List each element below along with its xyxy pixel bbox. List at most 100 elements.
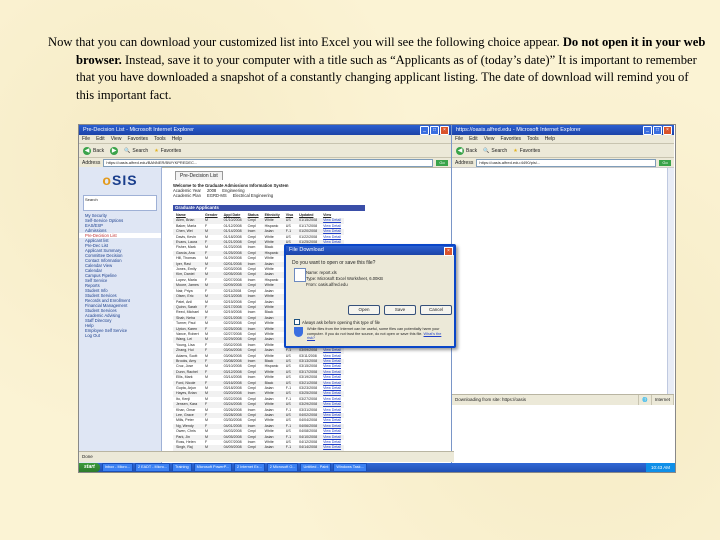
view-detail-link[interactable]: View Detail (320, 229, 344, 235)
search-button[interactable]: 🔍 Search (124, 148, 148, 154)
table-cell: 02/23/2008 (223, 321, 242, 326)
view-detail-link[interactable]: View Detail (320, 375, 344, 380)
back-button[interactable]: ◀ Back (83, 146, 105, 155)
taskbar-item[interactable]: 2 Internet Ex... (234, 463, 265, 472)
browser-window-second: https://oasis.alfred.edu - Microsoft Int… (451, 125, 674, 405)
table-cell: Reed, Michael (176, 310, 199, 315)
open-button[interactable]: Open (348, 305, 380, 315)
go-button[interactable]: Go (659, 159, 671, 166)
checkbox-label: Always ask before opening this type of f… (302, 319, 380, 325)
menu-edit[interactable]: Edit (469, 135, 478, 143)
forward-button[interactable]: ▶ (110, 146, 119, 155)
minimize-button[interactable]: _ (643, 126, 652, 135)
name-value: report.xls (319, 270, 337, 275)
zone-text: Internet (652, 395, 674, 405)
instruction-text: Now that you can download your customize… (48, 34, 706, 104)
star-icon: ★ (154, 147, 159, 154)
dialog-question: Do you want to open or save this file? (292, 260, 376, 266)
table-cell: 03/19/2008 (299, 375, 318, 380)
search-button[interactable]: 🔍 Search (483, 148, 507, 154)
browser2-title-bar: https://oasis.alfred.edu - Microsoft Int… (452, 125, 674, 135)
go-button[interactable]: Go (436, 159, 448, 166)
info-value: Electrical Engineering (232, 193, 274, 198)
menu-tools[interactable]: Tools (527, 135, 539, 143)
favorites-button[interactable]: ★ Favorites (154, 148, 181, 154)
address-input[interactable]: https://oasis.alfred.edu/BANNER/BWYKPRED… (103, 158, 433, 167)
dialog-close-button[interactable]: × (444, 247, 453, 256)
view-detail-link[interactable]: View Detail (320, 402, 344, 408)
minimize-button[interactable]: _ (420, 126, 429, 135)
menu-file[interactable]: File (455, 135, 463, 143)
browser2-status-bar: Downloading from site: https://oasis 🌐 I… (452, 394, 674, 405)
table-cell: 02/19/2008 (223, 310, 242, 315)
table-cell: Moore, James (173, 283, 202, 289)
maximize-button[interactable]: □ (653, 126, 662, 135)
start-button[interactable]: start (79, 463, 100, 472)
dialog-title-bar: File Download × (286, 246, 454, 256)
oasis-logo: o SIS (79, 167, 161, 193)
screenshot-frame: Pre-Decision List - Microsoft Internet E… (78, 124, 676, 473)
table-cell: 03/29/2008 (296, 402, 321, 408)
menu-file[interactable]: File (82, 135, 90, 143)
system-tray-clock: 10:43 AM (645, 463, 675, 472)
search-label: Search (491, 147, 508, 154)
status-bar: Done (79, 451, 454, 462)
menu-favorites[interactable]: Favorites (500, 135, 521, 143)
section-banner: Graduate Applicants (173, 205, 365, 211)
tab-pre-decision-list[interactable]: Pre-Decision List (175, 171, 223, 180)
back-label: Back (93, 147, 105, 154)
taskbar-item[interactable]: 2 EADT - Micro... (134, 463, 170, 472)
close-button[interactable]: × (663, 126, 672, 135)
instruction-part-1: Now that you can download your customize… (48, 35, 563, 49)
table-cell: 04/08/2008 (299, 429, 318, 434)
sidebar-item[interactable]: Log Out (79, 333, 161, 338)
taskbar-item[interactable]: Untitled - Paint (300, 463, 332, 472)
table-cell: 03/24/2008 (220, 402, 245, 408)
taskbar-item[interactable]: Inbox - Micro... (101, 463, 133, 472)
menu-tools[interactable]: Tools (154, 135, 166, 143)
file-type-row: Type: Microsoft Excel Worksheet, 6.00KB (306, 276, 383, 281)
search-icon: 🔍 (124, 147, 131, 154)
taskbar-item[interactable]: Windows Task... (333, 463, 367, 472)
scrollbar[interactable] (667, 168, 674, 395)
maximize-button[interactable]: □ (430, 126, 439, 135)
address-label: Address (82, 159, 101, 166)
type-label: Type: (306, 276, 317, 281)
view-detail-link[interactable]: View Detail (320, 429, 344, 434)
menu-view[interactable]: View (111, 135, 122, 143)
save-button[interactable]: Save (384, 305, 416, 315)
address-input[interactable]: https://oasis.alfred.edu:4490/pls/... (476, 158, 656, 167)
menu-edit[interactable]: Edit (96, 135, 105, 143)
forward-arrow-icon: ▶ (110, 146, 119, 155)
taskbar-item[interactable]: Training (172, 463, 192, 472)
menu-help[interactable]: Help (172, 135, 182, 143)
security-warning: While files from the Internet can be use… (294, 327, 444, 341)
table-cell: 03/10/2008 (223, 364, 242, 369)
type-value: Microsoft Excel Worksheet, 6.00KB (317, 276, 383, 281)
browser2-title: https://oasis.alfred.edu - Microsoft Int… (456, 127, 581, 133)
table-cell: 03/09/2008 (296, 348, 321, 354)
taskbar-item[interactable]: Microsoft PowerP... (193, 463, 233, 472)
view-detail-link[interactable]: View Detail (320, 348, 344, 354)
back-button[interactable]: ◀ Back (456, 146, 477, 155)
always-ask-checkbox[interactable]: Always ask before opening this type of f… (294, 319, 380, 325)
menu-view[interactable]: View (484, 135, 495, 143)
menu-help[interactable]: Help (545, 135, 555, 143)
menu-favorites[interactable]: Favorites (127, 135, 148, 143)
view-detail-link[interactable]: View Detail (320, 364, 344, 369)
close-button[interactable]: × (440, 126, 449, 135)
from-value: oasis.alfred.edu (318, 282, 348, 287)
favorites-button[interactable]: ★ Favorites (513, 148, 540, 154)
table-cell: 04/03/2008 (223, 429, 242, 434)
status-text: Done (82, 454, 93, 459)
sidebar-search[interactable]: Search (83, 195, 157, 211)
globe-icon: 🌐 (639, 395, 652, 405)
checkbox-box (294, 319, 300, 325)
cancel-button[interactable]: Cancel (420, 305, 452, 315)
logo-prefix: o (102, 172, 112, 188)
name-label: Name: (306, 270, 319, 275)
browser-title: Pre-Decision List - Microsoft Internet E… (83, 127, 194, 133)
taskbar-item[interactable]: 2 Microsoft O... (266, 463, 299, 472)
browser-title-bar: Pre-Decision List - Microsoft Internet E… (79, 125, 451, 135)
table-cell: 03/14/2008 (223, 375, 242, 380)
